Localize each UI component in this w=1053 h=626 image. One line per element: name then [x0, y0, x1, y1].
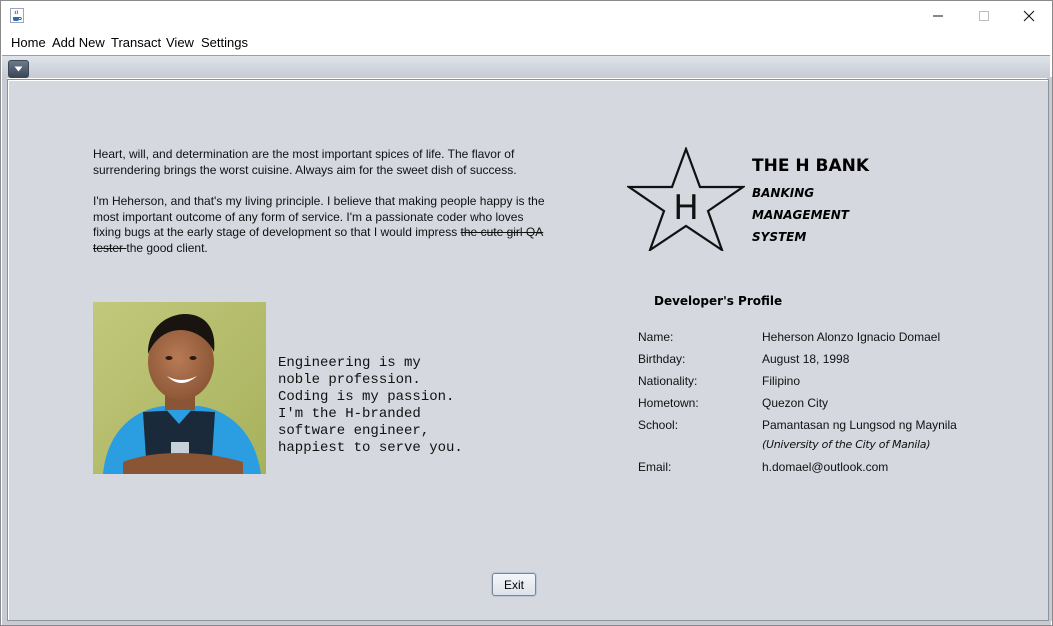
email-value: h.domael@outlook.com [762, 460, 889, 474]
principle-end: the good client. [126, 240, 208, 255]
school-label: School: [638, 418, 679, 432]
exit-button[interactable]: Exit [492, 573, 536, 596]
nationality-value: Filipino [762, 374, 801, 388]
logo-letter: H [673, 188, 699, 228]
close-button[interactable] [1006, 1, 1052, 31]
java-cup-icon[interactable] [10, 8, 24, 23]
maximize-icon [979, 11, 989, 21]
motto-line: I'm the H-branded [278, 406, 421, 422]
frame-menu-button[interactable] [8, 60, 29, 78]
minimize-icon [933, 15, 943, 17]
about-panel: Heart, will, and determination are the m… [7, 79, 1049, 621]
bank-subtitle-line: BANKING [752, 186, 815, 200]
menu-settings[interactable]: Settings [201, 35, 248, 50]
motto-text: Engineering is my noble profession. Codi… [278, 355, 463, 457]
bank-subtitle-line: MANAGEMENT [752, 208, 849, 222]
title-bar [1, 1, 1052, 31]
menu-add-new[interactable]: Add New [52, 35, 105, 50]
menu-view[interactable]: View [166, 35, 194, 50]
nationality-label: Nationality: [638, 374, 698, 388]
hometown-label: Hometown: [638, 396, 699, 410]
living-principle: I'm Heherson, and that's my living princ… [93, 194, 548, 256]
menu-transact[interactable]: Transact [111, 35, 161, 50]
bank-logo-star: H [625, 145, 747, 253]
developer-profile-heading: Developer's Profile [654, 294, 783, 308]
name-label: Name: [638, 330, 674, 344]
bank-name: THE H BANK [752, 156, 870, 176]
close-icon [1023, 10, 1035, 22]
motto-line: happiest to serve you. [278, 440, 463, 456]
internal-frame-titlebar [2, 55, 1050, 78]
motto-line: Engineering is my [278, 355, 421, 371]
developer-photo [93, 302, 266, 474]
birthday-value: August 18, 1998 [762, 352, 850, 366]
chevron-down-icon [14, 66, 23, 72]
hometown-value: Quezon City [762, 396, 829, 410]
motto-line: software engineer, [278, 423, 430, 439]
email-label: Email: [638, 460, 672, 474]
maximize-button[interactable] [961, 1, 1007, 31]
school-note: (University of the City of Manila) [762, 438, 931, 451]
menu-bar: Home Add New Transact View Settings [1, 32, 1052, 54]
birthday-label: Birthday: [638, 352, 686, 366]
name-value: Heherson Alonzo Ignacio Domael [762, 330, 941, 344]
bank-subtitle-line: SYSTEM [752, 230, 807, 244]
menu-home[interactable]: Home [11, 35, 46, 50]
motto-line: noble profession. [278, 372, 421, 388]
life-quote: Heart, will, and determination are the m… [93, 147, 517, 177]
minimize-button[interactable] [915, 1, 961, 31]
motto-line: Coding is my passion. [278, 389, 455, 405]
school-value: Pamantasan ng Lungsod ng Maynila [762, 418, 957, 432]
application-window: Home Add New Transact View Settings Hear… [0, 0, 1053, 626]
